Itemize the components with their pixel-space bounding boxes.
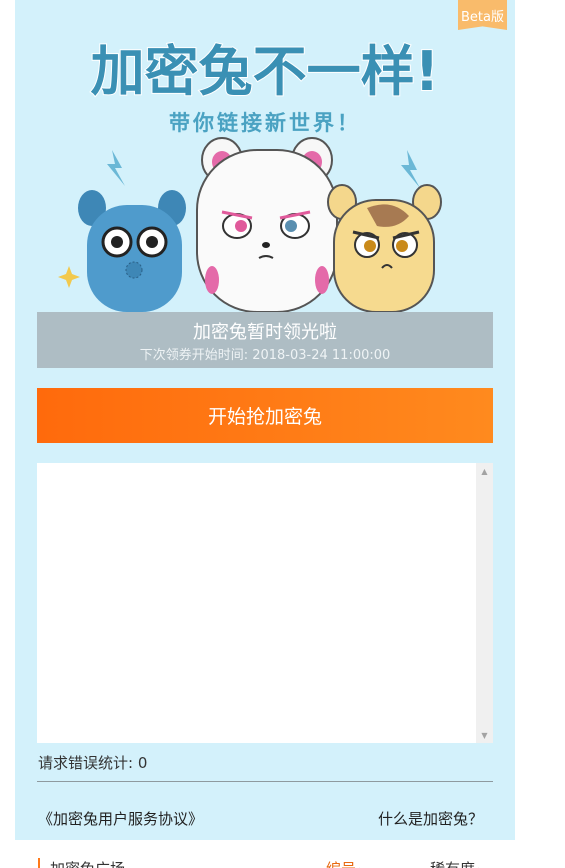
market-title: 加密兔广场	[50, 858, 125, 868]
hero-banner: 加密兔不一样! 带你链接新世界！	[58, 39, 442, 312]
sparkle-icon	[58, 266, 80, 288]
sort-rarity-label: 稀有度	[430, 860, 475, 868]
blue-bunny-illustration	[78, 190, 186, 312]
sort-by-rarity[interactable]: 稀有度▲	[430, 858, 483, 868]
user-agreement-link[interactable]: 《加密兔用户服务协议》	[38, 808, 203, 829]
what-is-link[interactable]: 什么是加密兔？	[378, 808, 483, 829]
next-claim-time: 下次领券开始时间: 2018-03-24 11:00:00	[139, 348, 391, 363]
error-count-text: 请求错误统计: 0	[38, 754, 148, 772]
beta-badge: Beta版	[458, 0, 507, 30]
section-divider	[37, 781, 493, 782]
start-grab-button[interactable]: 开始抢加密兔	[37, 388, 493, 443]
notice-title: 加密兔暂时领光啦	[193, 322, 337, 343]
status-notice: 加密兔暂时领光啦 下次领券开始时间: 2018-03-24 11:00:00	[37, 312, 493, 368]
hero-title: 加密兔不一样!	[91, 40, 440, 103]
hero-subtitle: 带你链接新世界！	[169, 111, 361, 135]
log-textarea[interactable]: ▲ ▼	[37, 463, 493, 743]
sort-number-label: 编号	[326, 860, 356, 868]
scroll-down-icon[interactable]: ▼	[476, 727, 493, 743]
white-bunny-illustration	[196, 137, 338, 312]
section-marker	[38, 858, 40, 868]
scroll-up-icon[interactable]: ▲	[476, 463, 493, 479]
yellow-bunny-illustration	[327, 184, 442, 312]
market-header: 加密兔广场 编号▲ 稀有度▲	[15, 840, 515, 868]
sort-by-number[interactable]: 编号▲	[326, 858, 364, 868]
log-scrollbar[interactable]: ▲ ▼	[476, 463, 493, 743]
beta-badge-label: Beta版	[461, 9, 504, 25]
